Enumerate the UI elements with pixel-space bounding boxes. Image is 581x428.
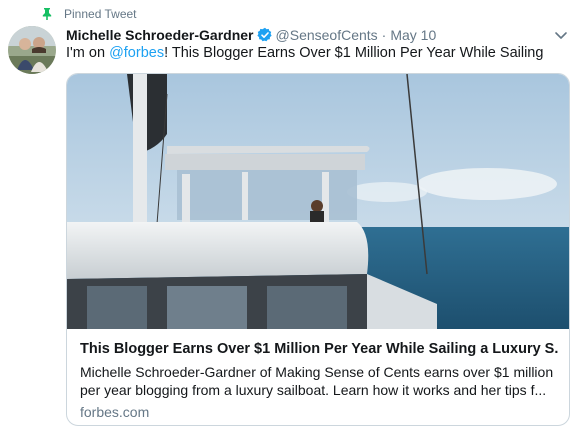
pinned-indicator: Pinned Tweet bbox=[40, 6, 137, 22]
verified-badge-icon bbox=[256, 27, 272, 42]
link-card[interactable]: This Blogger Earns Over $1 Million Per Y… bbox=[66, 73, 570, 426]
display-name[interactable]: Michelle Schroeder-Gardner bbox=[66, 27, 254, 43]
pinned-label: Pinned Tweet bbox=[64, 7, 137, 21]
card-image[interactable] bbox=[67, 74, 570, 329]
card-description-line1: Michelle Schroeder-Gardner of Making Sen… bbox=[80, 364, 554, 380]
tweet-text: I'm on @forbes! This Blogger Earns Over … bbox=[66, 45, 543, 65]
card-domain: forbes.com bbox=[80, 404, 150, 420]
pinned-tweet[interactable]: Pinned Tweet Michelle Schroeder-Gardner … bbox=[0, 0, 581, 428]
separator-dot: · bbox=[381, 27, 387, 43]
card-description-line2: per year blogging from a luxury sailboat… bbox=[80, 382, 547, 398]
tweet-header: Michelle Schroeder-Gardner @SenseofCents… bbox=[66, 25, 436, 45]
mention-link[interactable]: @forbes bbox=[109, 45, 164, 61]
tweet-date[interactable]: May 10 bbox=[390, 27, 436, 43]
handle[interactable]: @SenseofCents bbox=[276, 27, 378, 43]
avatar[interactable] bbox=[8, 26, 56, 74]
pin-icon bbox=[42, 8, 52, 20]
chevron-down-icon[interactable] bbox=[553, 27, 569, 43]
tweet-text-after: ! This Blogger Earns Over $1 Million Per… bbox=[164, 45, 544, 61]
tweet-text-before: I'm on bbox=[66, 45, 110, 61]
card-body[interactable]: This Blogger Earns Over $1 Million Per Y… bbox=[67, 330, 569, 425]
card-title[interactable]: This Blogger Earns Over $1 Million Per Y… bbox=[80, 341, 558, 357]
